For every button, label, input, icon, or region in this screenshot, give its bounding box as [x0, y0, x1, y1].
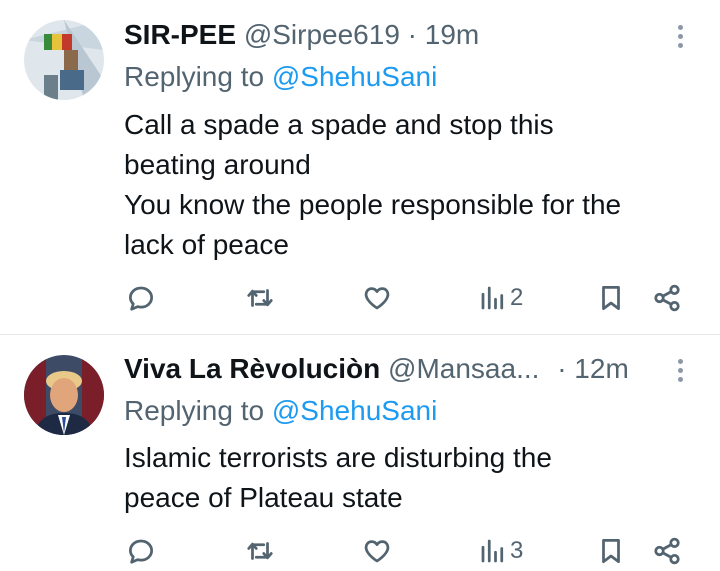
reply-button[interactable]	[126, 278, 156, 318]
timestamp[interactable]: 19m	[425, 19, 479, 50]
mention-link[interactable]: @ShehuSani	[272, 61, 437, 92]
views-count: 2	[510, 284, 524, 311]
bookmark-button[interactable]	[596, 278, 626, 318]
heart-icon	[364, 540, 390, 563]
display-name[interactable]: Viva La Rèvoluciòn	[124, 353, 380, 384]
like-button[interactable]	[362, 531, 392, 571]
mention-link[interactable]: @ShehuSani	[272, 395, 437, 426]
views-button[interactable]: 2	[478, 278, 523, 318]
retweet-icon	[247, 289, 273, 307]
views-icon	[481, 539, 504, 563]
timestamp[interactable]: 12m	[574, 353, 628, 384]
reply-icon	[129, 286, 153, 311]
more-vertical-icon[interactable]	[668, 356, 692, 390]
tweet-text: Islamic terrorists are disturbing the pe…	[124, 438, 696, 518]
avatar[interactable]	[24, 355, 104, 435]
avatar[interactable]	[24, 20, 104, 100]
replying-to: Replying to @ShehuSani	[124, 60, 437, 94]
replying-prefix: Replying to	[124, 395, 265, 426]
retweet-button[interactable]	[245, 278, 275, 318]
views-button[interactable]: 3	[478, 531, 523, 571]
share-icon	[654, 537, 680, 565]
bookmark-button[interactable]	[596, 531, 626, 571]
tweet-header: Viva La Rèvoluciòn @Mansaa... · 12m	[124, 352, 660, 386]
bookmark-icon	[602, 286, 620, 310]
separator: ·	[407, 19, 417, 50]
tweet-header: SIR-PEE @Sirpee619 · 19m	[124, 18, 660, 52]
avatar-image	[24, 355, 104, 435]
replying-prefix: Replying to	[124, 61, 265, 92]
user-handle[interactable]: @Mansaa...	[388, 353, 539, 384]
tweet-text: Call a spade a spade and stop this beati…	[124, 105, 696, 265]
share-button[interactable]	[652, 278, 682, 318]
retweet-icon	[247, 542, 273, 560]
tweet-text-line: lack of peace	[124, 229, 289, 260]
reply-button[interactable]	[126, 531, 156, 571]
heart-icon	[364, 287, 390, 310]
more-vertical-icon[interactable]	[668, 22, 692, 56]
replying-to: Replying to @ShehuSani	[124, 394, 437, 428]
reply-icon	[129, 539, 153, 564]
share-button[interactable]	[652, 531, 682, 571]
avatar-image	[24, 20, 104, 100]
user-handle[interactable]: @Sirpee619	[244, 19, 400, 50]
tweet-text-line: You know the people responsible for the	[124, 189, 622, 220]
tweet-actions: 3	[0, 531, 720, 571]
bookmark-icon	[602, 539, 620, 563]
display-name[interactable]: SIR-PEE	[124, 19, 236, 50]
tweet-text-line: Islamic terrorists are disturbing the	[124, 442, 552, 473]
tweet-text-line: peace of Plateau state	[124, 482, 403, 513]
views-icon	[481, 286, 504, 310]
tweet-text-line: beating around	[124, 149, 311, 180]
like-button[interactable]	[362, 278, 392, 318]
tweet[interactable]: Viva La Rèvoluciòn @Mansaa... · 12m Repl…	[0, 335, 720, 567]
views-count: 3	[510, 537, 524, 564]
tweet-actions: 2	[0, 278, 720, 318]
tweet[interactable]: SIR-PEE @Sirpee619 · 19m Replying to @Sh…	[0, 0, 720, 334]
separator: ·	[557, 353, 567, 384]
share-icon	[654, 284, 680, 312]
retweet-button[interactable]	[245, 531, 275, 571]
tweet-text-line: Call a spade a spade and stop this	[124, 109, 554, 140]
